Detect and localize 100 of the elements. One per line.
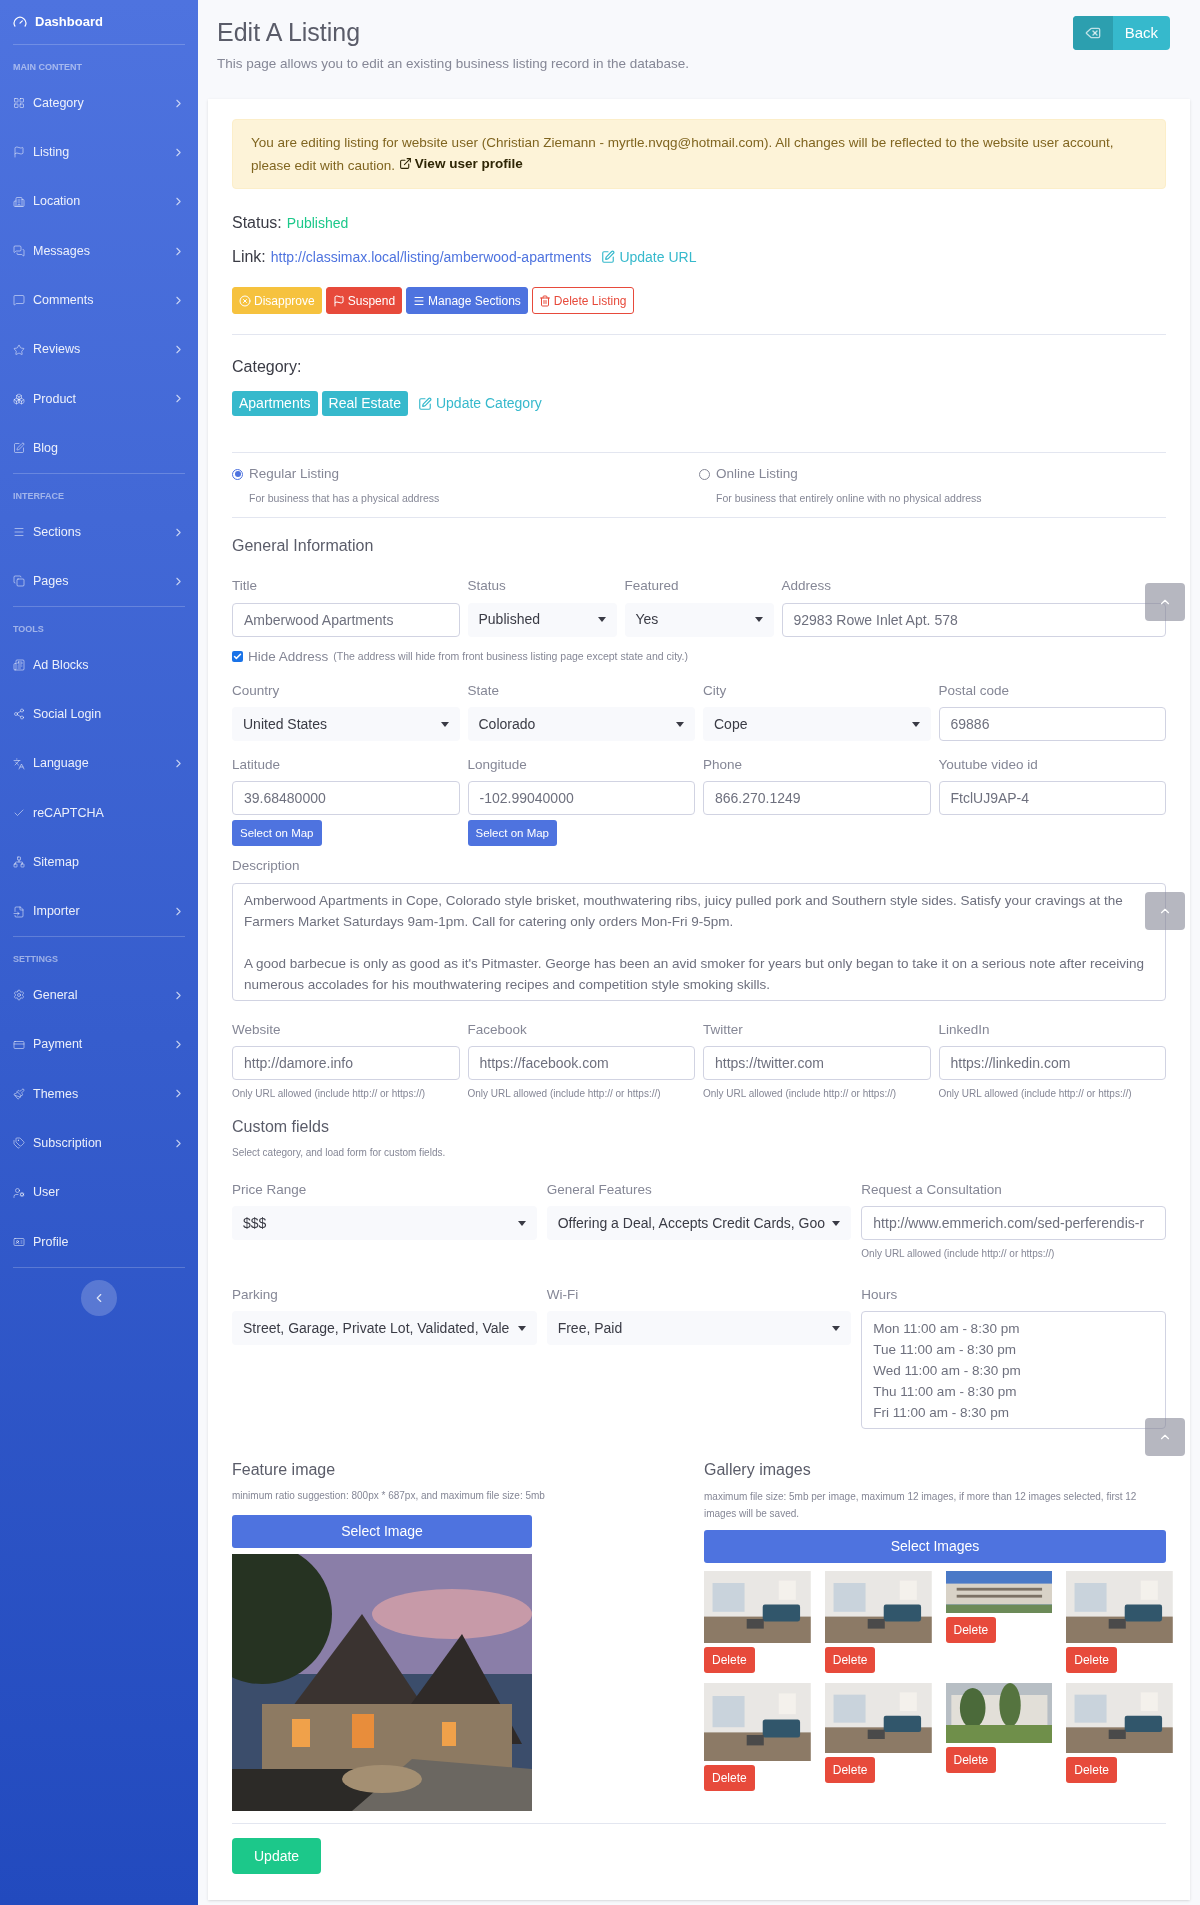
select-on-map-button[interactable]: Select on Map xyxy=(467,820,557,847)
action-button[interactable]: Suspend xyxy=(325,287,403,315)
sidebar-item[interactable]: Profile xyxy=(13,1217,185,1267)
delete-image-button[interactable]: Delete xyxy=(824,1757,876,1784)
text-field[interactable]: https://linkedin.com xyxy=(938,1045,1166,1080)
delete-image-button[interactable]: Delete xyxy=(704,1647,755,1674)
text-field[interactable]: FtclUJ9AP-4 xyxy=(938,781,1166,816)
checkbox[interactable] xyxy=(232,651,243,663)
delete-image-button[interactable]: Delete xyxy=(704,1765,755,1792)
sidebar-item[interactable]: Subscription xyxy=(13,1118,185,1168)
user-gear-icon xyxy=(13,1186,25,1199)
sidebar-item[interactable]: Blog xyxy=(13,423,185,473)
status-value: Published xyxy=(286,214,349,234)
field-label: Status xyxy=(467,577,507,596)
select-images-button[interactable]: Select Images xyxy=(704,1530,1166,1564)
dropdown[interactable]: Offering a Deal, Accepts Credit Cards, Goo xyxy=(546,1206,852,1240)
dropdown[interactable]: Colorado xyxy=(467,707,695,741)
scroll-to-top-button[interactable] xyxy=(1145,1418,1185,1456)
list-icon xyxy=(413,294,426,307)
ad-icon xyxy=(13,659,25,672)
pages-icon xyxy=(13,575,25,588)
sidebar-item[interactable]: Sitemap xyxy=(13,837,185,887)
sidebar-item[interactable]: Language xyxy=(13,739,185,789)
sidebar-item[interactable]: Payment xyxy=(13,1020,185,1070)
text-field[interactable]: 39.68480000 xyxy=(232,781,460,816)
star-icon xyxy=(13,343,25,356)
text-field[interactable]: http://www.emmerich.com/sed-perferendis-r xyxy=(861,1206,1166,1240)
sidebar-item[interactable]: Pages xyxy=(13,556,185,606)
building-icon xyxy=(13,195,25,208)
text-field[interactable]: https://facebook.com xyxy=(467,1045,695,1080)
select-on-map-button[interactable]: Select on Map xyxy=(232,820,322,847)
sidebar-item[interactable]: Social Login xyxy=(13,689,185,740)
category-heading: Category: xyxy=(232,357,303,378)
sidebar-item[interactable]: reCAPTCHA xyxy=(13,788,185,838)
status-label: Status: xyxy=(232,213,282,234)
dropdown[interactable]: Cope xyxy=(703,707,931,741)
section-heading: Custom fields xyxy=(232,1116,330,1137)
dropdown[interactable]: United States xyxy=(232,707,460,741)
delete-image-button[interactable]: Delete xyxy=(824,1647,876,1674)
radio-label: Online Listing xyxy=(716,465,798,484)
text-field[interactable]: 69886 xyxy=(938,707,1166,741)
sidebar-item[interactable]: Comments xyxy=(13,275,185,325)
text-area[interactable]: Mon 11:00 am - 8:30 pm Tue 11:00 am - 8:30 pm Wed 11:00 am - 8:30 pm Thu 11:00 am - 8:30 pm Fri 11:00 am - 8:30 pm xyxy=(861,1311,1166,1430)
view-user-profile-link[interactable]: View user profile xyxy=(398,153,523,175)
dropdown[interactable]: Yes xyxy=(624,602,774,637)
checkbox-note: (The address will hide from front business listing page except state and city.) xyxy=(333,648,688,664)
section-hint: Select category, and load form for custom fields. xyxy=(232,1145,447,1160)
dropdown[interactable]: Published xyxy=(467,602,617,637)
field-label: Country xyxy=(232,681,281,700)
sidebar-item[interactable]: Product xyxy=(13,374,185,424)
dropdown[interactable]: Free, Paid xyxy=(546,1311,852,1346)
field-label: Twitter xyxy=(703,1020,744,1039)
sidebar-item[interactable]: Messages xyxy=(13,226,185,276)
settings-icon xyxy=(13,989,25,1002)
sidebar-item[interactable]: Category xyxy=(13,78,185,128)
backspace-icon xyxy=(1084,25,1101,41)
sidebar-item[interactable]: Sections xyxy=(13,507,185,557)
sidebar-item[interactable]: Location xyxy=(13,177,185,227)
language-icon xyxy=(13,757,25,770)
text-area[interactable]: Amberwood Apartments in Cope, Colorado style brisket, mouthwatering ribs, juicy pulled pork and Southern style sides. Satisfy your cravings at the Farmers Market Saturdays 9am-1pm. Call for catering only orders Mon-Fri 9-5pm. A good barbecue is only as good as it's Pitmaster. George has been an avid smoker for years but only began to take it on a serious note after receiving numerous accolades for his mouthwatering recipes and competition style smoking skills. xyxy=(232,882,1166,1001)
sidebar-item[interactable]: Reviews xyxy=(13,325,185,375)
field-label: Request a Consultation xyxy=(861,1180,1003,1199)
sidebar-item[interactable]: Listing xyxy=(13,127,185,178)
sidebar-item[interactable]: General xyxy=(13,970,185,1021)
scroll-to-top-button[interactable] xyxy=(1145,583,1185,621)
delete-image-button[interactable]: Delete xyxy=(1066,1757,1117,1784)
text-field[interactable]: Amberwood Apartments xyxy=(232,602,460,637)
delete-image-button[interactable]: Delete xyxy=(1066,1647,1117,1674)
listing-url-link[interactable]: http://classimax.local/listing/amberwood-apartments xyxy=(270,247,592,269)
text-field[interactable]: -102.99040000 xyxy=(467,781,695,816)
dropdown[interactable]: $$$ xyxy=(232,1206,537,1240)
field-label: LinkedIn xyxy=(938,1020,991,1039)
field-label: City xyxy=(703,681,728,700)
radio-hint: For business that has a physical address xyxy=(249,490,441,506)
dropdown[interactable]: Street, Garage, Private Lot, Validated, Vale xyxy=(232,1311,537,1346)
edit-icon xyxy=(601,250,616,265)
collapse-sidebar-button[interactable] xyxy=(81,1279,117,1316)
scroll-to-top-button[interactable] xyxy=(1145,892,1185,930)
action-button[interactable]: Manage Sections xyxy=(406,287,528,315)
text-field[interactable]: https://twitter.com xyxy=(703,1045,931,1080)
help-text: Only URL allowed (include http:// or https://) xyxy=(861,1247,1056,1261)
share-icon xyxy=(13,708,25,721)
delete-image-button[interactable]: Delete xyxy=(945,1617,997,1644)
sidebar-item[interactable]: Importer xyxy=(13,886,185,937)
menu-icon xyxy=(13,526,25,538)
field-label: Youtube video id xyxy=(938,756,1039,774)
help-text: Only URL allowed (include http:// or https://) xyxy=(703,1086,898,1101)
text-field[interactable]: 866.270.1249 xyxy=(703,781,931,816)
field-label: Longitude xyxy=(467,756,528,774)
sidebar-item[interactable]: Ad Blocks xyxy=(13,640,185,690)
alert-text: You are editing listing for website user (Christian Ziemann - myrtle.nvqg@hotmail.com). All changes will be reflected to the website user account, please edit with caution. View user profile xyxy=(251,134,1115,177)
sidebar-item[interactable]: Themes xyxy=(13,1069,185,1119)
edit-icon xyxy=(417,396,432,411)
action-button[interactable]: Delete Listing xyxy=(531,287,634,315)
text-field[interactable]: http://damore.info xyxy=(232,1045,460,1080)
dashboard-link[interactable]: Dashboard xyxy=(13,0,185,44)
sidebar-item[interactable]: User xyxy=(13,1167,185,1218)
text-field[interactable]: 92983 Rowe Inlet Apt. 578 xyxy=(781,602,1166,637)
delete-image-button[interactable]: Delete xyxy=(945,1747,997,1774)
select-image-button[interactable]: Select Image xyxy=(232,1515,532,1549)
